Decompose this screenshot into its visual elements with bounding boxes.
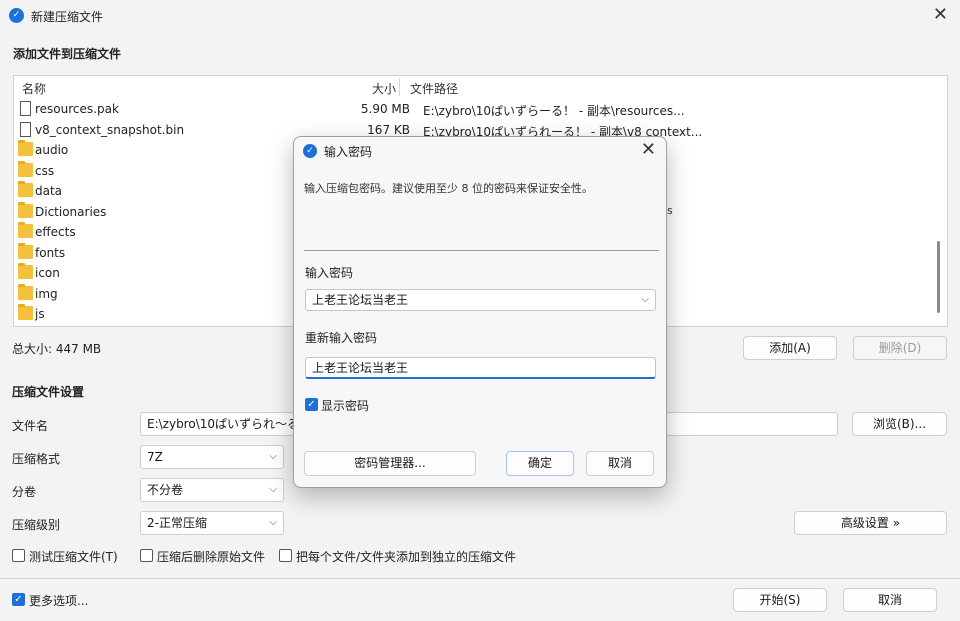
chevron-down-icon: ⌵: [269, 451, 277, 462]
folder-icon: [18, 304, 33, 320]
dialog-description: 输入压缩包密码。建议使用至少 8 位的密码来保证安全性。: [304, 182, 593, 195]
advanced-settings-button[interactable]: 高级设置 »: [794, 511, 947, 535]
volume-label: 分卷: [12, 485, 37, 499]
separate-archives-checkbox[interactable]: [279, 549, 292, 562]
format-label: 压缩格式: [12, 452, 61, 466]
total-size: 总大小: 447 MB: [12, 342, 102, 356]
list-item-name: resources.pak: [35, 102, 119, 116]
dialog-title: 输入密码: [324, 145, 373, 159]
close-icon[interactable]: ✕: [641, 139, 656, 160]
list-item-size: 167 KB: [367, 122, 410, 137]
password-value: 上老王论坛当老王: [312, 293, 409, 307]
show-password-label[interactable]: 显示密码: [321, 397, 369, 414]
list-item-path: E:\zybro\10ぱいずらーる！ - 副本\resources...: [423, 104, 685, 118]
folder-icon: [18, 201, 33, 218]
checkmark-icon: ✓: [307, 399, 316, 410]
confirm-password-input[interactable]: 上老王论坛当老王: [305, 357, 656, 379]
folder-icon: [18, 222, 33, 238]
list-item-name: icon: [35, 266, 60, 280]
divider: [304, 250, 659, 251]
settings-label: 压缩文件设置: [12, 385, 85, 399]
test-checkbox[interactable]: [12, 549, 25, 562]
checkmark-icon: ✓: [14, 594, 23, 605]
chevron-down-icon[interactable]: ⌵: [641, 290, 649, 310]
list-item-name: css: [35, 163, 55, 178]
browse-button[interactable]: 浏览(B)...: [852, 412, 947, 436]
window-title: 新建压缩文件: [31, 10, 104, 24]
add-files-label: 添加文件到压缩文件: [13, 47, 122, 61]
folder-icon: [18, 242, 33, 259]
list-item-name: fonts: [35, 245, 66, 260]
delete-after-checkbox[interactable]: [140, 549, 153, 562]
password-label: 输入密码: [305, 266, 354, 280]
format-value: 7Z: [147, 450, 163, 464]
cancel-button[interactable]: 取消: [843, 588, 937, 612]
folder-icon: [18, 181, 33, 197]
show-password-checkbox[interactable]: ✓: [305, 398, 318, 411]
list-item-name: img: [35, 286, 58, 301]
path-fragment: s: [667, 204, 673, 217]
delete-after-label[interactable]: 压缩后删除原始文件: [157, 548, 265, 565]
app-logo-icon: ✓: [303, 144, 317, 158]
add-button[interactable]: 添加(A): [743, 336, 837, 360]
level-select[interactable]: 2-正常压缩 ⌵: [140, 511, 284, 535]
app-logo-icon: ✓: [9, 8, 24, 23]
dialog-cancel-button[interactable]: 取消: [586, 451, 654, 476]
level-value: 2-正常压缩: [147, 516, 207, 530]
list-item[interactable]: resources.pak 5.90 MB E:\zybro\10ぱいずらーる！ -…: [14, 99, 714, 120]
delete-button[interactable]: 删除(D): [853, 336, 947, 360]
level-label: 压缩级别: [12, 518, 61, 532]
list-scrollbar[interactable]: [937, 241, 940, 313]
start-button[interactable]: 开始(S): [733, 588, 827, 612]
ok-button[interactable]: 确定: [506, 451, 574, 476]
separate-archives-label[interactable]: 把每个文件/文件夹添加到独立的压缩文件: [296, 548, 516, 565]
folder-icon: [18, 140, 33, 156]
more-options-label[interactable]: 更多选项...: [29, 592, 88, 609]
list-item-name: audio: [35, 143, 69, 157]
folder-icon: [18, 160, 33, 177]
chevron-down-icon: ⌵: [269, 484, 277, 495]
file-list-header: 名称 大小 文件路径: [14, 76, 947, 98]
confirm-password-label: 重新输入密码: [305, 331, 378, 345]
list-item-name: js: [35, 307, 45, 321]
more-options-checkbox[interactable]: ✓: [12, 593, 25, 606]
column-size[interactable]: 大小: [372, 80, 396, 97]
list-item-name: data: [35, 184, 63, 198]
folder-icon: [18, 263, 33, 279]
test-checkbox-label[interactable]: 测试压缩文件(T): [29, 548, 118, 565]
folder-icon: [18, 283, 33, 300]
volume-value: 不分卷: [147, 483, 184, 497]
file-icon: [20, 101, 31, 116]
list-item-size: 5.90 MB: [360, 102, 410, 116]
list-item-name: v8_context_snapshot.bin: [35, 122, 185, 137]
password-input[interactable]: 上老王论坛当老王 ⌵: [305, 289, 656, 311]
password-dialog: ✓ 输入密码 ✕ 输入压缩包密码。建议使用至少 8 位的密码来保证安全性。 输入…: [293, 136, 667, 488]
volume-select[interactable]: 不分卷 ⌵: [140, 478, 284, 502]
password-manager-button[interactable]: 密码管理器...: [304, 451, 476, 476]
file-icon: [20, 121, 31, 137]
column-path[interactable]: 文件路径: [410, 80, 458, 97]
list-item-name: effects: [35, 225, 76, 239]
close-icon[interactable]: ✕: [933, 4, 948, 25]
filename-label: 文件名: [12, 419, 49, 433]
format-select[interactable]: 7Z ⌵: [140, 445, 284, 469]
chevron-down-icon: ⌵: [269, 517, 277, 528]
list-item-name: Dictionaries: [35, 204, 107, 219]
column-name[interactable]: 名称: [22, 80, 46, 97]
